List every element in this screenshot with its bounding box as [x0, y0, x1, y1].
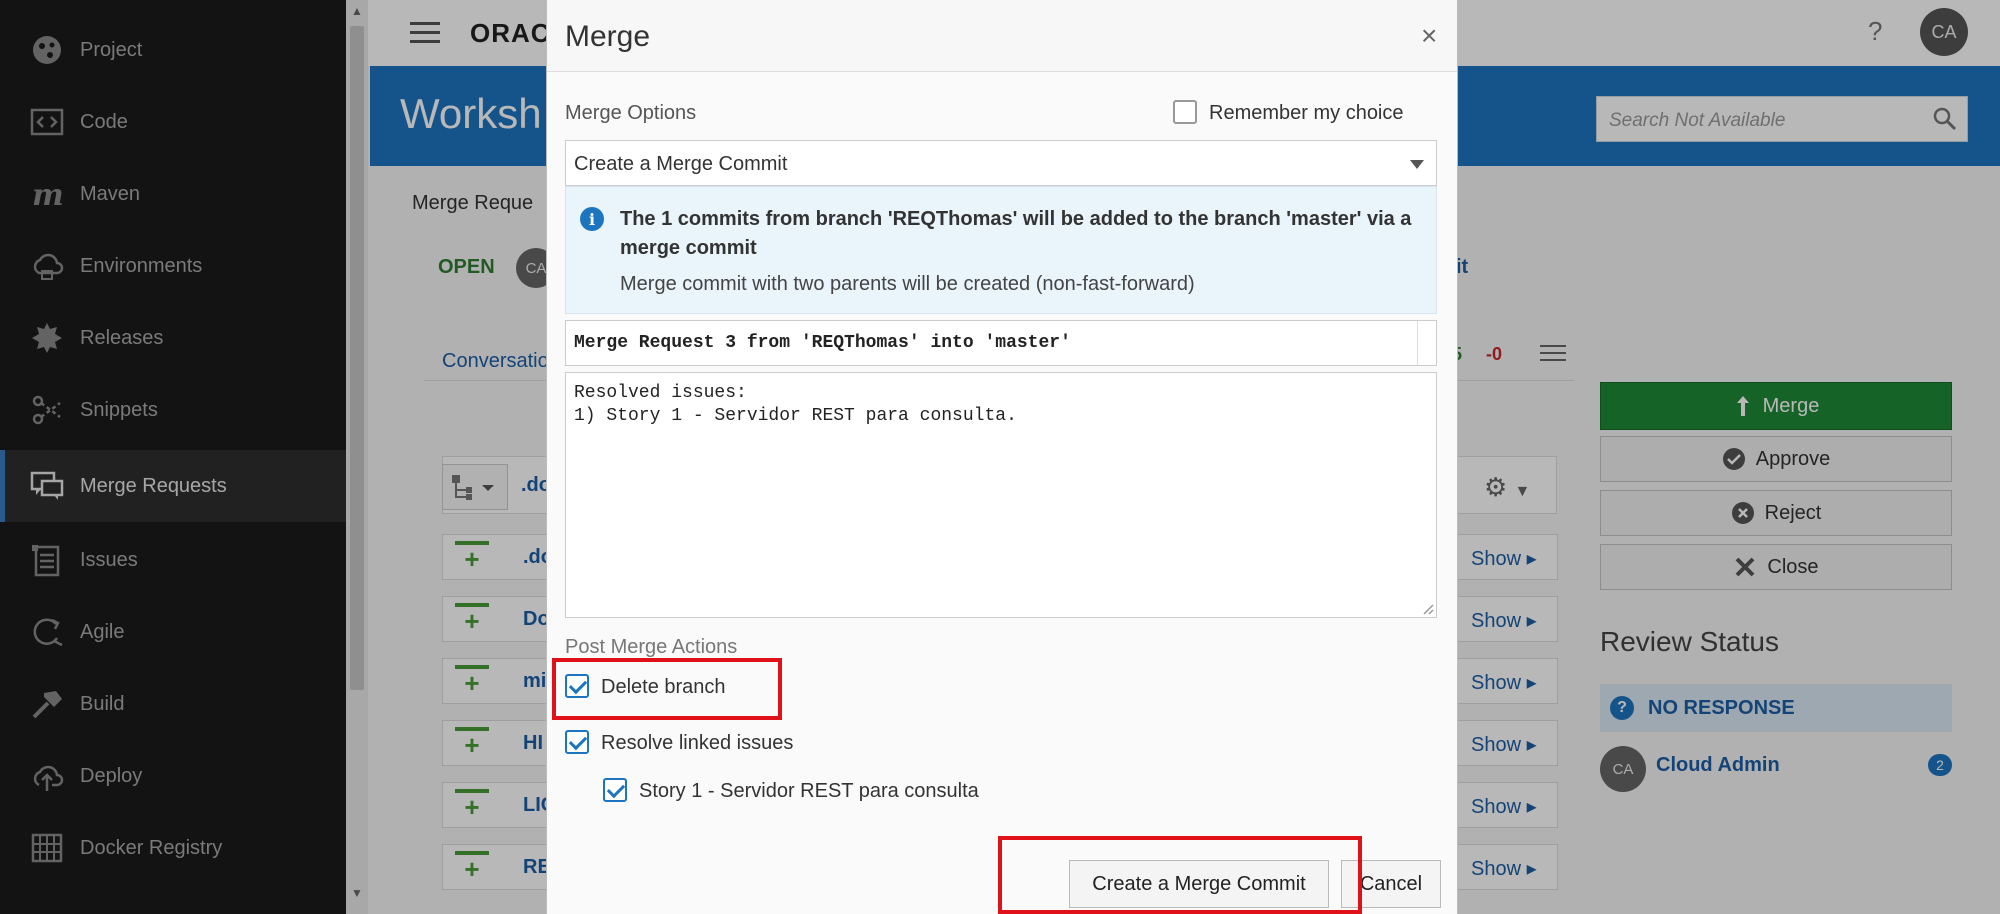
merge-options-label: Merge Options [565, 102, 697, 124]
resolve-linked-issues-label[interactable]: Resolve linked issues [601, 732, 793, 755]
story-issue-checkbox[interactable] [603, 778, 627, 802]
merge-dialog: Merge × Merge Options Remember my choice… [546, 0, 1458, 914]
close-icon[interactable]: × [1421, 20, 1437, 52]
commit-title-field[interactable]: Merge Request 3 from 'REQThomas' into 'm… [565, 320, 1437, 366]
submit-button-highlight [998, 836, 1362, 914]
dialog-header: Merge × [547, 0, 1457, 72]
post-merge-actions-label: Post Merge Actions [565, 636, 738, 658]
info-message-detail: Merge commit with two parents will be cr… [620, 273, 1195, 295]
commit-message-line: Resolved issues: [574, 383, 747, 403]
story-issue-label[interactable]: Story 1 - Servidor REST para consulta [639, 780, 979, 803]
info-message-main: The 1 commits from branch 'REQThomas' wi… [620, 208, 1412, 259]
commit-title-value: Merge Request 3 from 'REQThomas' into 'm… [574, 333, 1071, 353]
chevron-down-icon [1410, 160, 1424, 169]
commit-message-line: 1) Story 1 - Servidor REST para consulta… [574, 406, 1017, 426]
merge-info-message: i The 1 commits from branch 'REQThomas' … [565, 186, 1437, 314]
commit-message-textarea[interactable]: Resolved issues: 1) Story 1 - Servidor R… [565, 372, 1437, 618]
delete-branch-highlight [552, 658, 782, 720]
field-divider [1417, 321, 1418, 365]
remember-choice-label[interactable]: Remember my choice [1209, 102, 1404, 125]
resize-grip-icon[interactable] [1420, 601, 1434, 615]
info-icon: i [580, 207, 604, 231]
merge-strategy-select[interactable]: Create a Merge Commit [565, 140, 1437, 186]
resolve-linked-issues-checkbox[interactable] [565, 730, 589, 754]
remember-choice-checkbox[interactable] [1173, 100, 1197, 124]
dialog-title: Merge [565, 20, 651, 53]
merge-strategy-value: Create a Merge Commit [574, 153, 788, 175]
